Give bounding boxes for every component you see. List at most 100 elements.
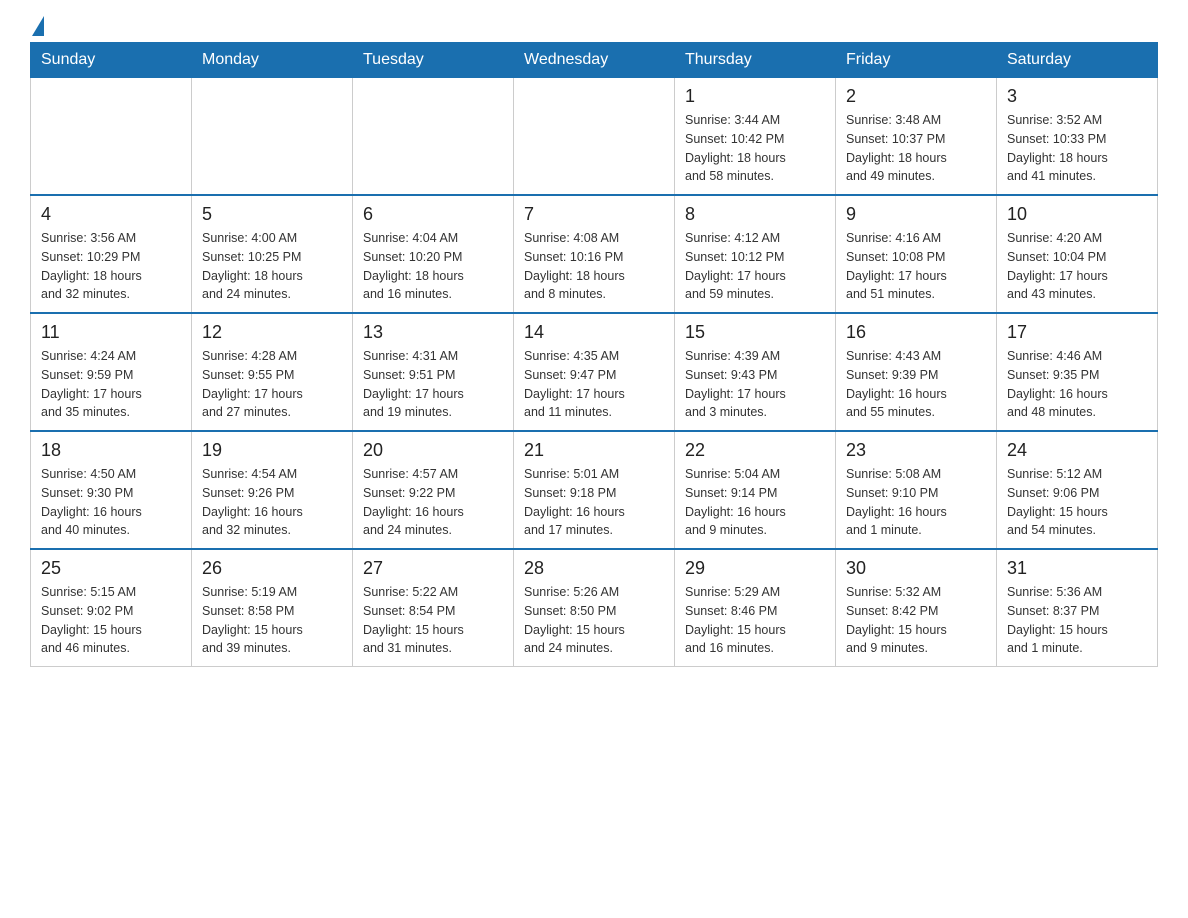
day-number: 24 bbox=[1007, 440, 1147, 461]
calendar-cell: 22 Sunrise: 5:04 AM Sunset: 9:14 PM Dayli… bbox=[675, 431, 836, 549]
calendar-cell: 27Sunrise: 5:22 AM Sunset: 8:54 PM Dayli… bbox=[353, 549, 514, 667]
day-number: 22 bbox=[685, 440, 825, 461]
weekday-header-friday: Friday bbox=[836, 43, 997, 78]
calendar-cell: 8 Sunrise: 4:12 AM Sunset: 10:12 PM Dayli… bbox=[675, 195, 836, 313]
day-info: Sunrise: 5:19 AM Sunset: 8:58 PM Dayligh… bbox=[202, 583, 342, 658]
day-number: 31 bbox=[1007, 558, 1147, 579]
calendar-cell: 6 Sunrise: 4:04 AM Sunset: 10:20 PM Dayli… bbox=[353, 195, 514, 313]
calendar-cell: 26 Sunrise: 5:19 AM Sunset: 8:58 PM Dayli… bbox=[192, 549, 353, 667]
day-number: 12 bbox=[202, 322, 342, 343]
day-number: 26 bbox=[202, 558, 342, 579]
calendar-cell: 4 Sunrise: 3:56 AM Sunset: 10:29 PM Dayli… bbox=[31, 195, 192, 313]
day-info: Sunrise: 4:35 AM Sunset: 9:47 PM Dayligh… bbox=[524, 347, 664, 422]
week-row-2: 4 Sunrise: 3:56 AM Sunset: 10:29 PM Dayli… bbox=[31, 195, 1158, 313]
weekday-header-wednesday: Wednesday bbox=[514, 43, 675, 78]
logo bbox=[30, 20, 44, 32]
day-number: 19 bbox=[202, 440, 342, 461]
day-info: Sunrise: 4:54 AM Sunset: 9:26 PM Dayligh… bbox=[202, 465, 342, 540]
day-info: Sunrise: 3:52 AM Sunset: 10:33 PM Daylig… bbox=[1007, 111, 1147, 186]
day-info: Sunrise: 5:22 AM Sunset: 8:54 PM Dayligh… bbox=[363, 583, 503, 658]
calendar-cell: 7Sunrise: 4:08 AM Sunset: 10:16 PM Dayli… bbox=[514, 195, 675, 313]
calendar-cell: 17 Sunrise: 4:46 AM Sunset: 9:35 PM Dayli… bbox=[997, 313, 1158, 431]
calendar-cell: 10 Sunrise: 4:20 AM Sunset: 10:04 PM Dayl… bbox=[997, 195, 1158, 313]
calendar-cell: 13Sunrise: 4:31 AM Sunset: 9:51 PM Dayli… bbox=[353, 313, 514, 431]
calendar-cell: 28 Sunrise: 5:26 AM Sunset: 8:50 PM Dayli… bbox=[514, 549, 675, 667]
day-number: 16 bbox=[846, 322, 986, 343]
day-info: Sunrise: 4:31 AM Sunset: 9:51 PM Dayligh… bbox=[363, 347, 503, 422]
calendar-cell bbox=[192, 78, 353, 196]
day-number: 21 bbox=[524, 440, 664, 461]
calendar-header: SundayMondayTuesdayWednesdayThursdayFrid… bbox=[31, 43, 1158, 78]
day-info: Sunrise: 3:56 AM Sunset: 10:29 PM Daylig… bbox=[41, 229, 181, 304]
week-row-4: 18 Sunrise: 4:50 AM Sunset: 9:30 PM Dayli… bbox=[31, 431, 1158, 549]
day-number: 3 bbox=[1007, 86, 1147, 107]
day-number: 1 bbox=[685, 86, 825, 107]
week-row-5: 25 Sunrise: 5:15 AM Sunset: 9:02 PM Dayli… bbox=[31, 549, 1158, 667]
calendar-cell: 9 Sunrise: 4:16 AM Sunset: 10:08 PM Dayli… bbox=[836, 195, 997, 313]
day-info: Sunrise: 4:46 AM Sunset: 9:35 PM Dayligh… bbox=[1007, 347, 1147, 422]
weekday-header-thursday: Thursday bbox=[675, 43, 836, 78]
day-info: Sunrise: 4:28 AM Sunset: 9:55 PM Dayligh… bbox=[202, 347, 342, 422]
day-number: 11 bbox=[41, 322, 181, 343]
day-number: 25 bbox=[41, 558, 181, 579]
day-info: Sunrise: 4:20 AM Sunset: 10:04 PM Daylig… bbox=[1007, 229, 1147, 304]
day-number: 29 bbox=[685, 558, 825, 579]
day-number: 9 bbox=[846, 204, 986, 225]
day-info: Sunrise: 5:26 AM Sunset: 8:50 PM Dayligh… bbox=[524, 583, 664, 658]
calendar-cell: 2 Sunrise: 3:48 AM Sunset: 10:37 PM Dayli… bbox=[836, 78, 997, 196]
calendar-cell: 16 Sunrise: 4:43 AM Sunset: 9:39 PM Dayli… bbox=[836, 313, 997, 431]
day-info: Sunrise: 5:01 AM Sunset: 9:18 PM Dayligh… bbox=[524, 465, 664, 540]
calendar-cell: 24 Sunrise: 5:12 AM Sunset: 9:06 PM Dayli… bbox=[997, 431, 1158, 549]
week-row-3: 11 Sunrise: 4:24 AM Sunset: 9:59 PM Dayli… bbox=[31, 313, 1158, 431]
calendar-cell: 15 Sunrise: 4:39 AM Sunset: 9:43 PM Dayli… bbox=[675, 313, 836, 431]
calendar-cell: 31 Sunrise: 5:36 AM Sunset: 8:37 PM Dayli… bbox=[997, 549, 1158, 667]
day-info: Sunrise: 5:12 AM Sunset: 9:06 PM Dayligh… bbox=[1007, 465, 1147, 540]
weekday-header-saturday: Saturday bbox=[997, 43, 1158, 78]
day-number: 28 bbox=[524, 558, 664, 579]
day-info: Sunrise: 4:50 AM Sunset: 9:30 PM Dayligh… bbox=[41, 465, 181, 540]
day-number: 4 bbox=[41, 204, 181, 225]
day-number: 2 bbox=[846, 86, 986, 107]
day-number: 20 bbox=[363, 440, 503, 461]
calendar-cell: 3 Sunrise: 3:52 AM Sunset: 10:33 PM Dayli… bbox=[997, 78, 1158, 196]
weekday-header-tuesday: Tuesday bbox=[353, 43, 514, 78]
calendar-cell: 30 Sunrise: 5:32 AM Sunset: 8:42 PM Dayli… bbox=[836, 549, 997, 667]
logo-triangle-icon bbox=[32, 16, 44, 36]
day-info: Sunrise: 4:24 AM Sunset: 9:59 PM Dayligh… bbox=[41, 347, 181, 422]
calendar-cell bbox=[514, 78, 675, 196]
day-info: Sunrise: 5:32 AM Sunset: 8:42 PM Dayligh… bbox=[846, 583, 986, 658]
day-number: 17 bbox=[1007, 322, 1147, 343]
day-number: 6 bbox=[363, 204, 503, 225]
calendar-cell: 19 Sunrise: 4:54 AM Sunset: 9:26 PM Dayli… bbox=[192, 431, 353, 549]
day-info: Sunrise: 4:12 AM Sunset: 10:12 PM Daylig… bbox=[685, 229, 825, 304]
day-number: 18 bbox=[41, 440, 181, 461]
day-info: Sunrise: 5:04 AM Sunset: 9:14 PM Dayligh… bbox=[685, 465, 825, 540]
day-info: Sunrise: 4:57 AM Sunset: 9:22 PM Dayligh… bbox=[363, 465, 503, 540]
day-info: Sunrise: 4:00 AM Sunset: 10:25 PM Daylig… bbox=[202, 229, 342, 304]
day-number: 8 bbox=[685, 204, 825, 225]
day-info: Sunrise: 3:48 AM Sunset: 10:37 PM Daylig… bbox=[846, 111, 986, 186]
day-number: 30 bbox=[846, 558, 986, 579]
day-info: Sunrise: 5:36 AM Sunset: 8:37 PM Dayligh… bbox=[1007, 583, 1147, 658]
week-row-1: 1Sunrise: 3:44 AM Sunset: 10:42 PM Dayli… bbox=[31, 78, 1158, 196]
calendar-cell: 11 Sunrise: 4:24 AM Sunset: 9:59 PM Dayli… bbox=[31, 313, 192, 431]
day-info: Sunrise: 5:15 AM Sunset: 9:02 PM Dayligh… bbox=[41, 583, 181, 658]
day-info: Sunrise: 4:04 AM Sunset: 10:20 PM Daylig… bbox=[363, 229, 503, 304]
calendar-cell bbox=[31, 78, 192, 196]
day-info: Sunrise: 4:39 AM Sunset: 9:43 PM Dayligh… bbox=[685, 347, 825, 422]
day-info: Sunrise: 4:43 AM Sunset: 9:39 PM Dayligh… bbox=[846, 347, 986, 422]
calendar-cell: 23Sunrise: 5:08 AM Sunset: 9:10 PM Dayli… bbox=[836, 431, 997, 549]
day-number: 7 bbox=[524, 204, 664, 225]
weekday-header-monday: Monday bbox=[192, 43, 353, 78]
calendar-cell: 21 Sunrise: 5:01 AM Sunset: 9:18 PM Dayli… bbox=[514, 431, 675, 549]
weekday-header-sunday: Sunday bbox=[31, 43, 192, 78]
day-number: 5 bbox=[202, 204, 342, 225]
calendar-cell: 20 Sunrise: 4:57 AM Sunset: 9:22 PM Dayli… bbox=[353, 431, 514, 549]
day-number: 10 bbox=[1007, 204, 1147, 225]
calendar-cell: 12 Sunrise: 4:28 AM Sunset: 9:55 PM Dayli… bbox=[192, 313, 353, 431]
calendar-cell: 1Sunrise: 3:44 AM Sunset: 10:42 PM Dayli… bbox=[675, 78, 836, 196]
calendar-table: SundayMondayTuesdayWednesdayThursdayFrid… bbox=[30, 42, 1158, 667]
calendar-cell: 25 Sunrise: 5:15 AM Sunset: 9:02 PM Dayli… bbox=[31, 549, 192, 667]
day-number: 15 bbox=[685, 322, 825, 343]
day-info: Sunrise: 4:16 AM Sunset: 10:08 PM Daylig… bbox=[846, 229, 986, 304]
